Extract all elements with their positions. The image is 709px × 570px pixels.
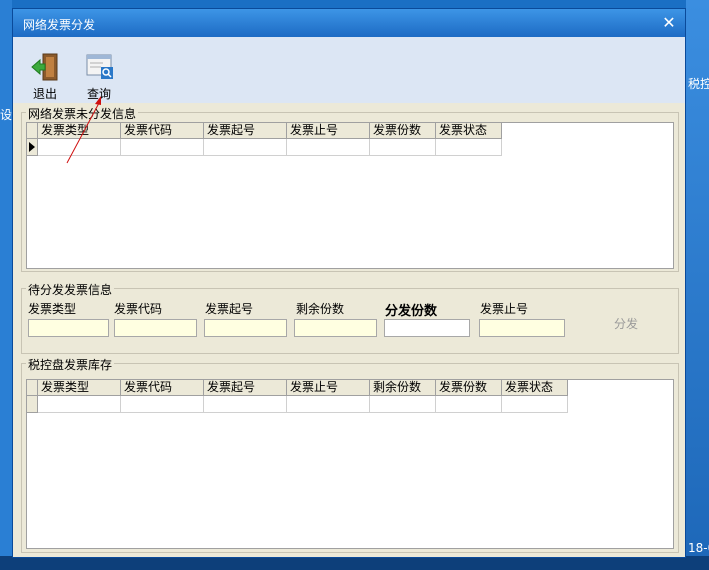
- table-cell[interactable]: [287, 396, 370, 413]
- window-title: 网络发票分发: [23, 18, 96, 32]
- inventory-group-title: 税控盘发票库存: [26, 356, 115, 373]
- table-cell[interactable]: [38, 139, 121, 156]
- column-header[interactable]: 发票起号: [204, 380, 287, 396]
- row-selector[interactable]: [27, 396, 38, 413]
- remaining-label: 剩余份数: [296, 302, 345, 316]
- column-header[interactable]: 发票份数: [370, 123, 436, 139]
- title-bar[interactable]: 网络发票分发 ✕: [13, 9, 685, 37]
- column-header[interactable]: 发票止号: [287, 380, 370, 396]
- column-header[interactable]: 发票代码: [121, 380, 204, 396]
- end-number-label: 发票止号: [480, 302, 529, 316]
- inventory-grid[interactable]: 发票类型 发票代码 发票起号 发票止号 剩余份数 发票份数 发票状态: [26, 379, 674, 549]
- table-cell[interactable]: [204, 139, 287, 156]
- end-number-field[interactable]: [479, 319, 565, 337]
- remaining-field[interactable]: [294, 319, 377, 337]
- query-button[interactable]: 查询: [79, 51, 119, 101]
- query-label: 查询: [86, 87, 111, 101]
- dist-count-label: 分发份数: [385, 304, 438, 319]
- exit-door-icon: [29, 51, 61, 83]
- column-header[interactable]: 发票状态: [436, 123, 502, 139]
- background-text-right: 税控: [688, 77, 709, 91]
- table-cell[interactable]: [121, 139, 204, 156]
- query-window-icon: [83, 51, 115, 83]
- start-number-label: 发票起号: [205, 302, 254, 316]
- exit-label: 退出: [32, 87, 57, 101]
- taskbar: [0, 556, 709, 570]
- column-header[interactable]: 发票类型: [38, 380, 121, 396]
- column-header[interactable]: 发票份数: [436, 380, 502, 396]
- column-header[interactable]: 发票类型: [38, 123, 121, 139]
- distribute-button[interactable]: 分发: [614, 315, 638, 332]
- exit-button[interactable]: 退出: [25, 51, 65, 101]
- table-cell[interactable]: [436, 139, 502, 156]
- unissued-invoices-group: 网络发票未分发信息 发票类型 发票代码 发票起号 发票止号 发票份数 发票状态: [21, 105, 679, 272]
- unissued-group-title: 网络发票未分发信息: [26, 105, 139, 122]
- start-number-field[interactable]: [204, 319, 287, 337]
- type-field[interactable]: [28, 319, 109, 337]
- type-label: 发票类型: [28, 302, 77, 316]
- close-button[interactable]: ✕: [659, 13, 679, 33]
- desktop-left: [0, 0, 12, 570]
- column-header[interactable]: 发票状态: [502, 380, 568, 396]
- column-header[interactable]: 剩余份数: [370, 380, 436, 396]
- table-cell[interactable]: [370, 139, 436, 156]
- table-cell[interactable]: [121, 396, 204, 413]
- dist-count-field[interactable]: [384, 319, 470, 337]
- pending-group-title: 待分发发票信息: [26, 281, 115, 298]
- background-text-left: 设: [0, 108, 13, 122]
- table-cell[interactable]: [370, 396, 436, 413]
- table-cell[interactable]: [502, 396, 568, 413]
- code-field[interactable]: [114, 319, 197, 337]
- invoice-distribution-window: 网络发票分发 ✕ 退出 查询 网络发票未分发信息 发票类型 发票代码 发票起号 …: [12, 8, 686, 558]
- unissued-grid[interactable]: 发票类型 发票代码 发票起号 发票止号 发票份数 发票状态: [26, 122, 674, 269]
- column-header[interactable]: 发票代码: [121, 123, 204, 139]
- background-date-text: 18-0: [688, 541, 709, 555]
- table-cell[interactable]: [38, 396, 121, 413]
- code-label: 发票代码: [114, 302, 163, 316]
- toolbar: 退出 查询: [13, 37, 685, 103]
- column-header[interactable]: 发票起号: [204, 123, 287, 139]
- pending-invoice-group: 待分发发票信息 发票类型 发票代码 发票起号 剩余份数 分发份数 发票止号 分发: [21, 281, 679, 354]
- column-header[interactable]: 发票止号: [287, 123, 370, 139]
- inventory-group: 税控盘发票库存 发票类型 发票代码 发票起号 发票止号 剩余份数 发票份数 发票…: [21, 356, 679, 553]
- table-cell[interactable]: [436, 396, 502, 413]
- table-cell[interactable]: [204, 396, 287, 413]
- table-cell[interactable]: [287, 139, 370, 156]
- row-selector[interactable]: [27, 139, 38, 156]
